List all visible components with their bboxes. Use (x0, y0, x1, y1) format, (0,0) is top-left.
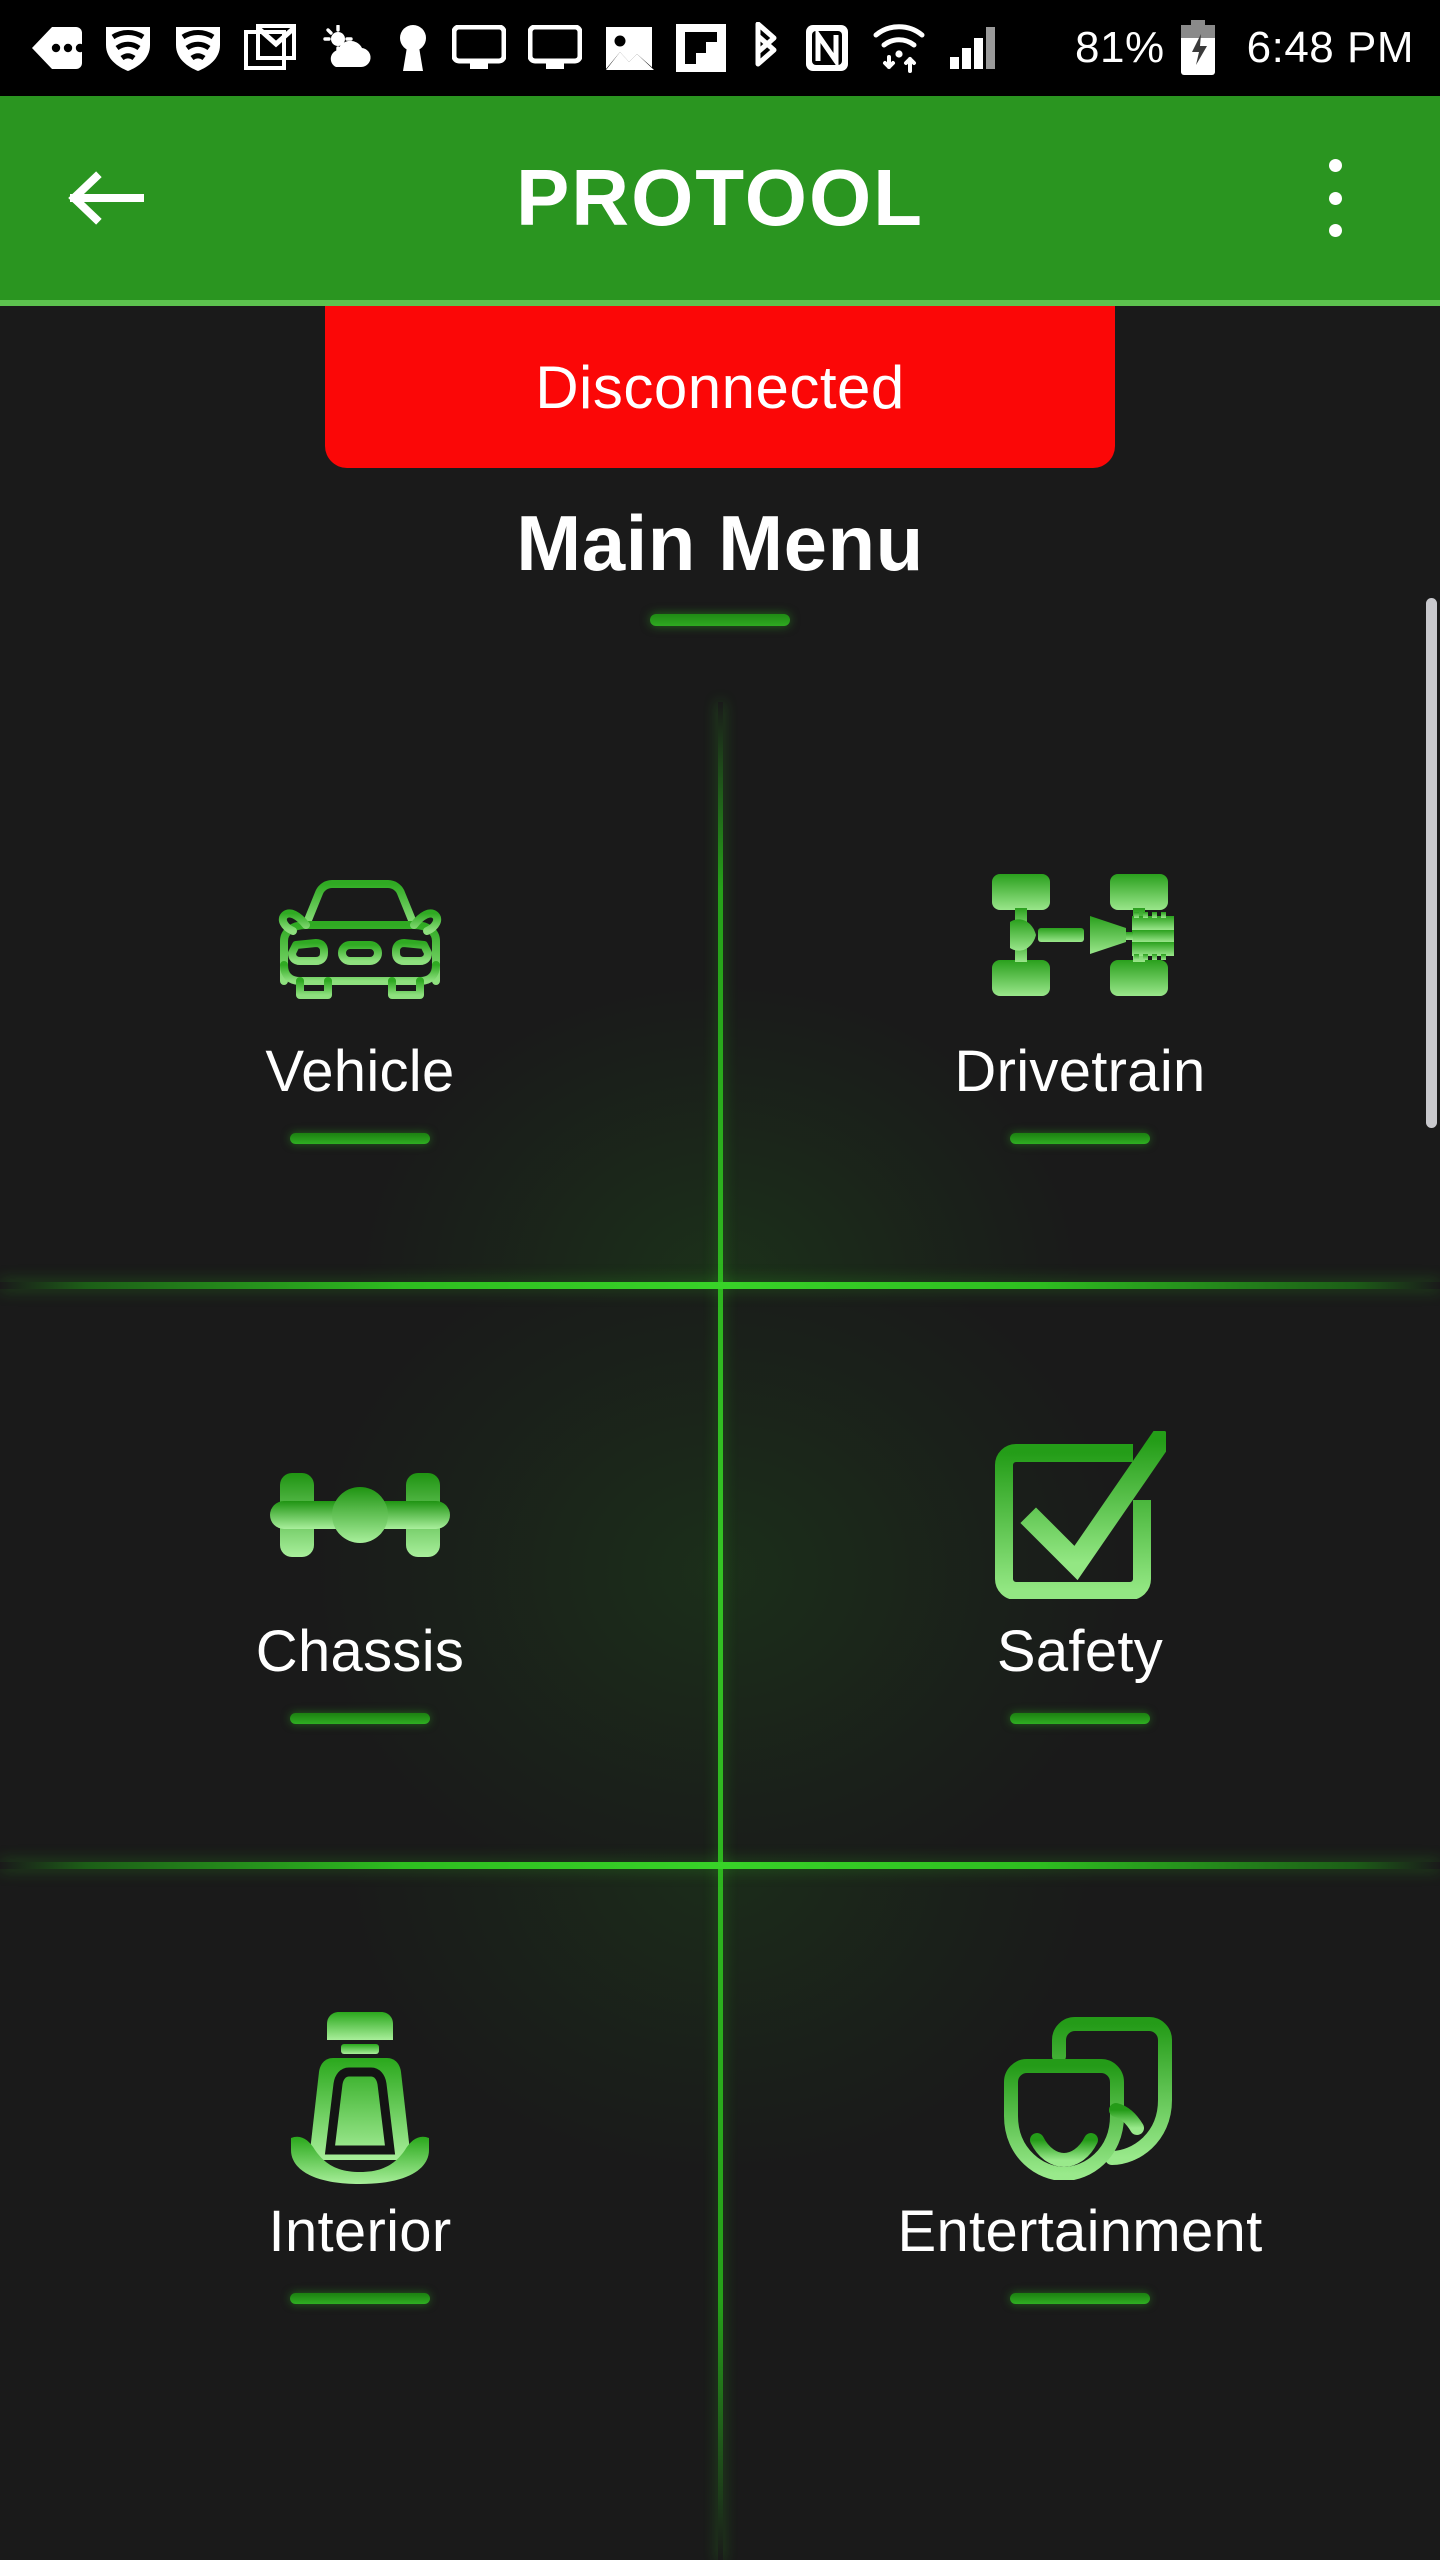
scrollbar[interactable] (1426, 306, 1440, 2560)
nfc-icon (806, 25, 848, 71)
menu-item-underline (290, 2293, 430, 2305)
connection-status-label: Disconnected (535, 353, 905, 421)
menu-item-label: Drivetrain (954, 1038, 1206, 1104)
cellular-signal-icon (950, 27, 995, 69)
more-vertical-icon-dot-1 (1328, 159, 1342, 172)
drivetrain-axle-icon (982, 840, 1178, 1030)
scrollbar-thumb[interactable] (1426, 598, 1437, 1128)
connection-status-badge[interactable]: Disconnected (325, 306, 1115, 468)
main-menu-grid: Vehicle Drivetrain Chassis Safety Interi… (0, 702, 1440, 2560)
page-title: Main Menu (516, 499, 924, 587)
app-bar: PROTOOL (0, 96, 1440, 306)
menu-item-label: Entertainment (897, 2198, 1263, 2264)
grid-divider-horizontal-2 (0, 1862, 1440, 1869)
grid-divider-horizontal-1 (0, 1282, 1440, 1289)
cast-screen-icon (452, 25, 506, 69)
main-menu-screen: Disconnected Main Menu Vehicle Drivetrai… (0, 306, 1440, 2560)
flipboard-icon (676, 24, 726, 72)
messages-icon (32, 27, 82, 69)
keyhole-icon (400, 25, 426, 71)
multimedia-screens-icon (985, 2000, 1175, 2190)
clock-label: 6:48 PM (1246, 23, 1414, 72)
weather-partly-cloudy-icon (323, 25, 371, 68)
menu-item-label: Safety (996, 1618, 1164, 1684)
gmail-icon (244, 24, 296, 70)
menu-item-underline (1010, 2293, 1150, 2305)
menu-item-underline (1010, 1713, 1150, 1725)
menu-item-label: Chassis (255, 1618, 465, 1684)
bluetooth-icon (755, 22, 777, 67)
battery-percent-label: 81% (1075, 23, 1165, 72)
app-title: PROTOOL (515, 153, 925, 242)
more-vertical-icon-dot-3 (1328, 224, 1342, 237)
status-bar-notification-icons (30, 22, 1075, 74)
status-bar: 81% 6:48 PM (0, 0, 1440, 96)
menu-item-drivetrain[interactable]: Drivetrain (720, 702, 1440, 1282)
back-button[interactable] (62, 153, 152, 243)
wifi-shield-icon-2 (176, 27, 220, 71)
menu-item-underline (290, 1133, 430, 1145)
wifi-shield-icon (106, 27, 150, 71)
wifi-transfer-icon (873, 24, 925, 73)
photo-image-icon (606, 27, 654, 70)
menu-item-entertainment[interactable]: Entertainment (720, 1862, 1440, 2442)
menu-item-interior[interactable]: Interior (0, 1862, 720, 2442)
menu-item-vehicle[interactable]: Vehicle (0, 702, 720, 1282)
menu-item-label: Vehicle (265, 1038, 455, 1104)
car-front-icon (260, 840, 460, 1030)
car-seat-icon (281, 2000, 439, 2190)
arrow-left-icon (68, 171, 144, 225)
overflow-menu-button[interactable] (1300, 150, 1370, 246)
menu-item-label: Interior (268, 2198, 452, 2264)
battery-charging-icon (1180, 20, 1215, 75)
menu-item-underline (290, 1713, 430, 1725)
chassis-axle-icon (266, 1420, 454, 1610)
checkbox-check-icon (994, 1420, 1166, 1610)
more-vertical-icon-dot-2 (1328, 191, 1342, 205)
page-title-underline (650, 614, 790, 626)
status-bar-system-info: 81% 6:48 PM (1075, 20, 1414, 76)
cast-screen-icon-2 (528, 25, 582, 69)
menu-item-chassis[interactable]: Chassis (0, 1282, 720, 1862)
grid-divider-vertical (718, 702, 723, 2560)
menu-item-underline (1010, 1133, 1150, 1145)
menu-item-safety[interactable]: Safety (720, 1282, 1440, 1862)
